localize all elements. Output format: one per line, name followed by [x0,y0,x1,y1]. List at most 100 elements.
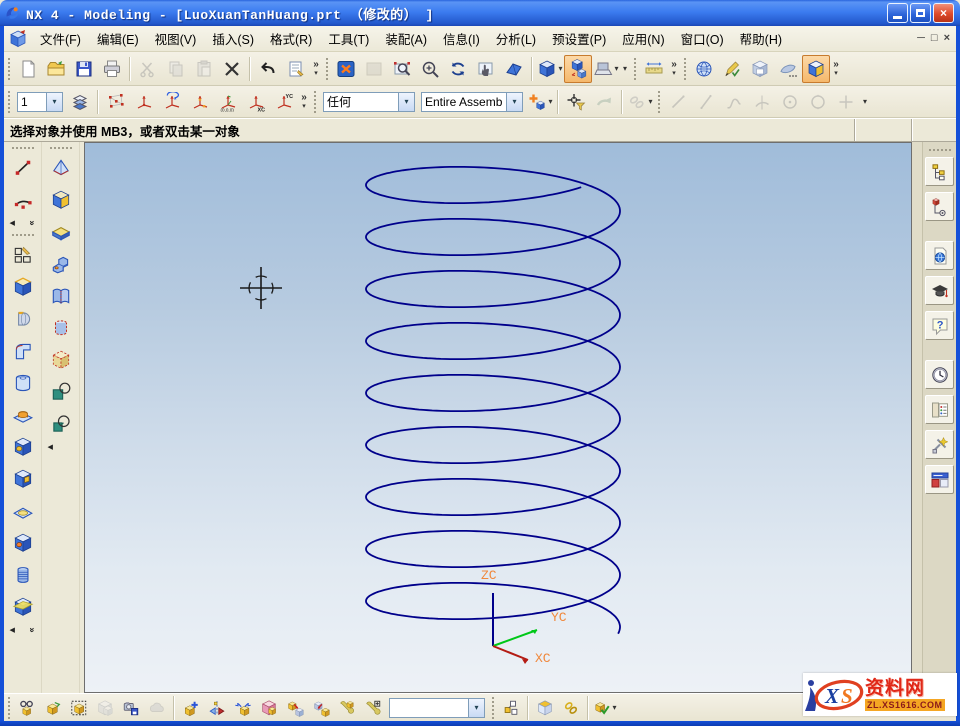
sweep-along-guide-button[interactable] [7,335,39,367]
block-button[interactable] [45,184,77,216]
toolbar-overflow-button[interactable]: »▾ [830,56,842,82]
component-snapshot-button[interactable] [118,695,144,721]
thread-button[interactable] [7,559,39,591]
menu-application[interactable]: 应用(N) [614,26,672,51]
line-segment-button[interactable] [692,88,720,116]
tube-button[interactable] [7,367,39,399]
select-component-button[interactable] [66,695,92,721]
toolbar-collapse-control[interactable]: ◀» [8,623,38,637]
menu-file[interactable]: 文件(F) [32,26,89,51]
intersect-button[interactable] [45,408,77,440]
emboss-button[interactable] [7,495,39,527]
toolbar-more-button[interactable]: ▾ [860,89,870,115]
substitute-component-button[interactable] [308,695,334,721]
work-layer-combo[interactable]: 1▾ [17,92,63,112]
web-browser-button[interactable] [925,465,954,494]
close-button[interactable]: × [933,3,954,23]
component-preview-button[interactable] [144,695,170,721]
basic-curves-arc-button[interactable] [7,184,39,216]
move-component-button[interactable] [230,695,256,721]
wcs-set-xc-button[interactable]: XC [242,88,270,116]
zoom-to-box-button[interactable] [360,55,388,83]
wcs-orient-button[interactable] [186,88,214,116]
system-tools-button[interactable] [925,430,954,459]
arc-tool-button[interactable] [748,88,776,116]
toolbar-overflow-button[interactable]: »▾ [298,89,310,115]
wcs-dynamics-button[interactable] [130,88,158,116]
mdi-close-button[interactable]: × [944,33,950,44]
explode-assembly-button[interactable] [498,695,524,721]
print-button[interactable] [98,55,126,83]
snap-point-button[interactable]: ▾ [626,88,654,116]
form-feature-navigator-button[interactable] [45,280,77,312]
history-palette-button[interactable] [925,360,954,389]
toolbar-drag-handle[interactable] [6,89,11,115]
view-popup-button[interactable] [282,55,310,83]
menu-insert[interactable]: 插入(S) [204,26,262,51]
maximize-button[interactable] [910,3,931,23]
pad-button[interactable] [7,463,39,495]
replace-component-button[interactable] [282,695,308,721]
new-button[interactable] [14,55,42,83]
instance-feature-button[interactable] [45,344,77,376]
menu-information[interactable]: 信息(I) [435,26,488,51]
toolbar-drag-handle[interactable] [490,695,495,721]
menu-assemblies[interactable]: 装配(A) [377,26,435,51]
paste-button[interactable] [190,55,218,83]
wcs-origin-button[interactable]: (0,0,0) [214,88,242,116]
undo-button[interactable] [254,55,282,83]
create-component-button[interactable] [360,695,386,721]
component-name-combo[interactable]: ▾ [389,698,485,718]
sheet-operation-button[interactable] [774,55,802,83]
toolbar-drag-handle[interactable] [6,695,11,721]
assembly-constraints-button[interactable] [256,695,282,721]
toolbar-drag-handle[interactable] [632,56,637,82]
work-layer-combo-dropdown-button[interactable]: ▾ [46,93,62,111]
revolve-button[interactable] [7,303,39,335]
pan-view-button[interactable] [472,55,500,83]
toolbar-drag-handle[interactable] [48,145,74,150]
boss-pad-button[interactable] [45,216,77,248]
add-component-button[interactable] [178,695,204,721]
assembly-check-button[interactable]: ▾ [592,695,618,721]
wcs-set-yc-button[interactable]: YC [270,88,298,116]
open-button[interactable] [42,55,70,83]
zoom-in-out-button[interactable] [416,55,444,83]
boss-button[interactable] [7,399,39,431]
integrated-browser-button[interactable] [925,241,954,270]
circle-center-button[interactable] [776,88,804,116]
toolbar-drag-handle[interactable] [10,145,36,150]
toolbar-overflow-button[interactable]: »▾ [310,56,322,82]
mirror-assembly-button[interactable] [204,695,230,721]
general-selection-filter-button[interactable] [562,88,590,116]
snapshot-button[interactable]: ▾ [592,55,620,83]
selection-filter-combo-dropdown-button[interactable]: ▾ [398,93,414,111]
menu-help[interactable]: 帮助(H) [732,26,790,51]
component-name-combo-dropdown-button[interactable]: ▾ [468,699,484,717]
training-button[interactable] [925,276,954,305]
toolbar-collapse-control[interactable]: ◀ [46,440,76,454]
toolbar-collapse-control[interactable]: ◀» [8,216,38,230]
sketch-button[interactable] [7,239,39,271]
wave-geometry-linker-button[interactable] [532,695,558,721]
bracket-feature-button[interactable] [45,248,77,280]
rotate-view-button[interactable] [444,55,472,83]
circle-tool-button[interactable] [804,88,832,116]
toolbar-drag-handle[interactable] [312,89,317,115]
edit-component-button[interactable] [334,695,360,721]
rapid-prototyping-button[interactable] [746,55,774,83]
palettes-button[interactable] [925,395,954,424]
instance-cylinder-button[interactable] [45,312,77,344]
toolbar-drag-handle[interactable] [656,89,661,115]
menu-edit[interactable]: 编辑(E) [89,26,147,51]
selection-scope-combo-dropdown-button[interactable]: ▾ [506,93,522,111]
delete-button[interactable] [218,55,246,83]
copy-button[interactable] [162,55,190,83]
selection-scope-combo[interactable]: Entire Assemb▾ [421,92,523,112]
wcs-display-button[interactable] [102,88,130,116]
toolbar-drag-handle[interactable] [6,56,11,82]
start-application-button[interactable] [802,55,830,83]
toolbar-more-button[interactable]: ▾ [620,56,630,82]
interpart-links-button[interactable] [558,695,584,721]
shaded-view-button[interactable]: ▾ [536,55,564,83]
